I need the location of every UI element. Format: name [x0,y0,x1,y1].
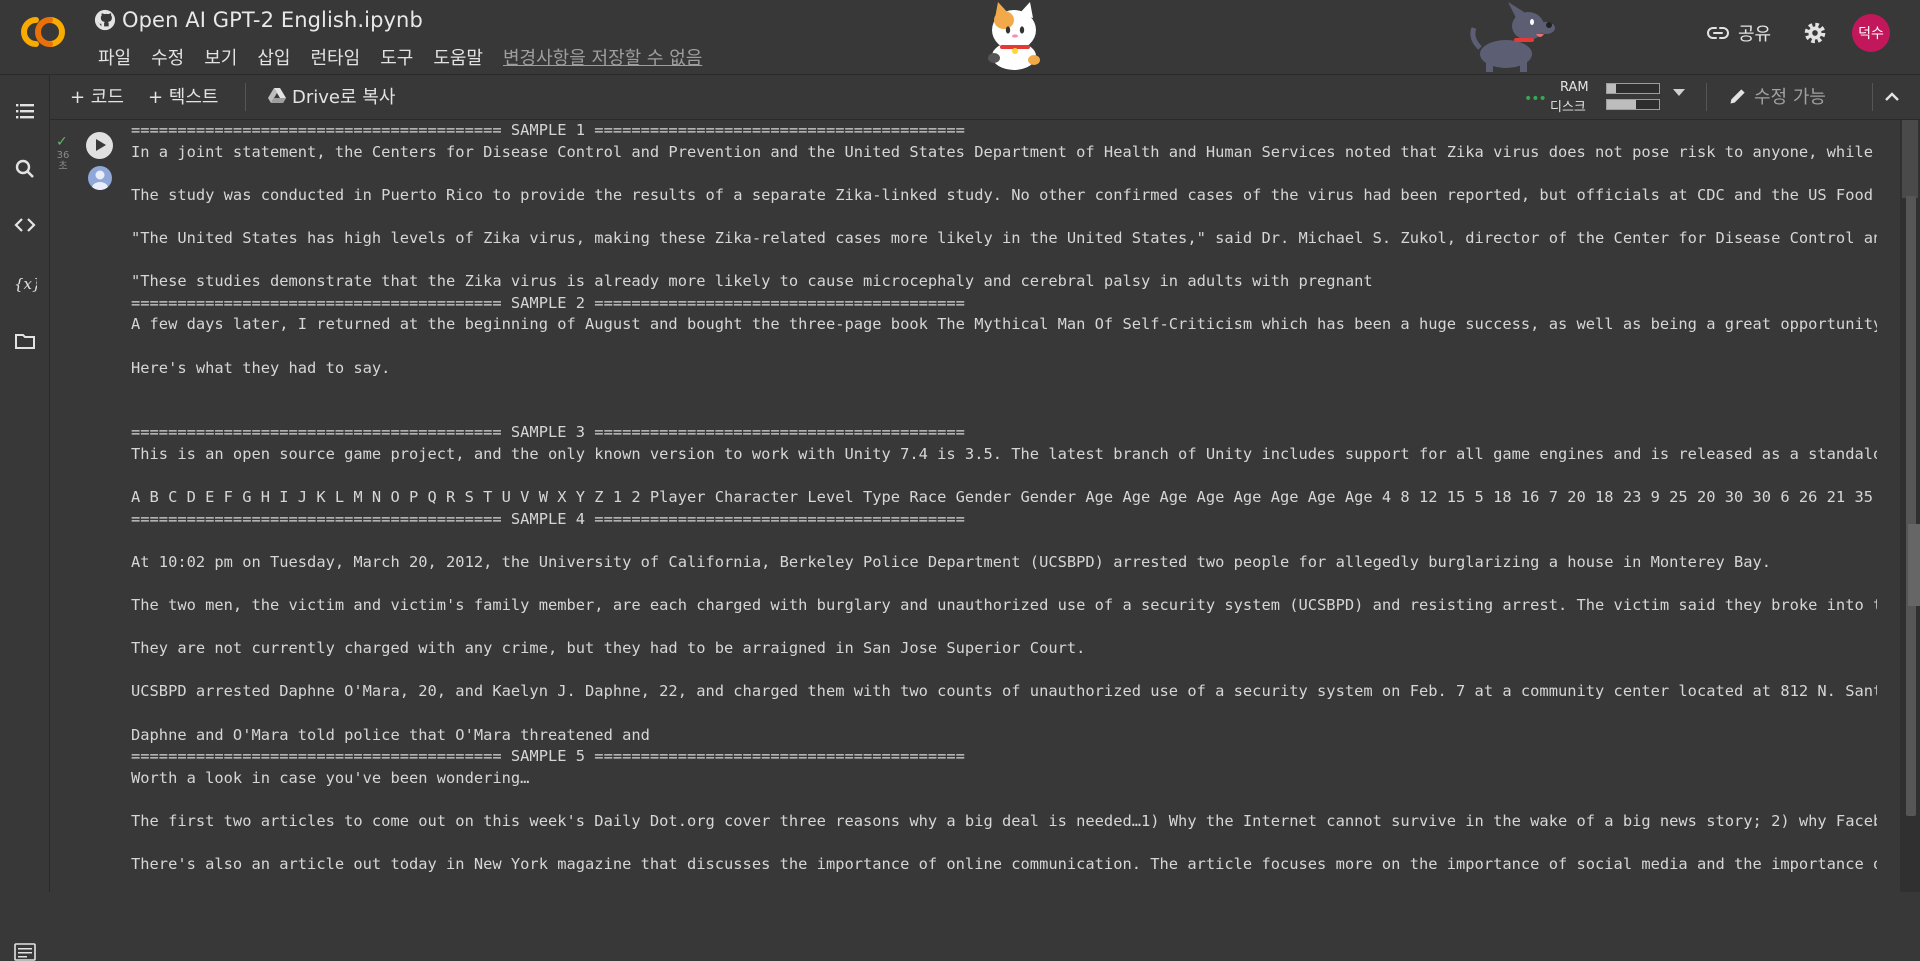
output-avatar-icon [88,166,112,190]
output-line: Daphne and O'Mara told police that O'Mar… [131,725,650,744]
code-snippets-icon[interactable] [13,213,37,237]
output-line: This is an open source game project, and… [131,444,1877,463]
cell-gutter: ✓ 36 초 [50,120,130,892]
pencil-icon [1730,89,1745,104]
output-line: UCSBPD arrested Daphne O'Mara, 20, and K… [131,682,1877,701]
output-line: In a joint statement, the Centers for Di… [131,142,1877,161]
output-scrollbar[interactable] [1900,120,1920,892]
output-line: The first two articles to come out on th… [131,812,1877,830]
editing-mode-button[interactable]: 수정 가능 [1728,83,1826,109]
scrollbar-track-top [1902,120,1918,198]
unsaved-changes-link[interactable]: 변경사항을 저장할 수 없음 [493,44,702,70]
output-line: At 10:02 pm on Tuesday, March 20, 2012, … [131,552,1772,571]
resources-dropdown-icon[interactable] [1673,89,1685,96]
svg-text:{x}: {x} [14,275,37,293]
menu-tools[interactable]: 도구 [370,44,423,70]
left-sidebar: {x} [0,75,50,961]
google-drive-icon [268,88,286,103]
ram-usage-bar [1606,83,1660,94]
search-icon[interactable] [13,157,37,181]
add-code-button[interactable]: + 코드 [70,83,124,109]
link-icon [1707,27,1729,39]
toolbar-divider [1706,83,1707,111]
resource-monitor[interactable]: ••• RAM 디스크 [1522,79,1682,115]
terminal-icon[interactable] [14,943,36,961]
output-line: The two men, the victim and victim's fam… [131,596,1877,615]
menu-view[interactable]: 보기 [194,44,247,70]
notebook-title[interactable]: Open AI GPT-2 English.ipynb [122,8,423,32]
user-avatar[interactable]: 덕수 [1852,14,1890,52]
menu-help[interactable]: 도움말 [423,44,493,70]
editing-mode-label: 수정 가능 [1754,87,1826,108]
ram-label: RAM [1560,80,1589,95]
menu-bar: 파일 수정 보기 삽입 런타임 도구 도움말 변경사항을 저장할 수 없음 [88,44,702,70]
disk-usage-bar [1606,99,1660,110]
copy-to-drive-button[interactable]: Drive로 복사 [268,83,395,109]
output-line: Worth a look in case you've been wonderi… [131,768,530,787]
cell-output: ========================================… [131,120,1877,892]
output-line: There's also an article out today in New… [131,855,1877,874]
toolbar-divider [245,83,246,111]
sample-separator-line: ========================================… [131,121,965,139]
output-line: "The United States has high levels of Zi… [131,228,1877,247]
run-cell-button[interactable] [86,132,113,159]
files-icon[interactable] [13,329,37,353]
menu-insert[interactable]: 삽입 [247,44,300,70]
add-text-button[interactable]: + 텍스트 [148,83,218,109]
output-line: "These studies demonstrate that the Zika… [131,272,1373,291]
checkmark-icon: ✓ [56,134,68,150]
copy-to-drive-label: Drive로 복사 [292,87,396,108]
variables-icon[interactable]: {x} [13,271,37,295]
notebook-title-row: Open AI GPT-2 English.ipynb [94,8,423,32]
menu-file[interactable]: 파일 [88,44,141,70]
colab-logo[interactable] [16,12,70,52]
connected-status-icon: ••• [1524,91,1547,107]
output-line: Here's what they had to say. [131,358,391,377]
cat-mascot-image [988,2,1040,70]
disk-label: 디스크 [1550,100,1586,115]
sample-separator-line: ========================================… [131,423,965,442]
share-label: 공유 [1738,24,1772,45]
output-line: The study was conducted in Puerto Rico t… [131,185,1877,204]
share-button[interactable]: 공유 [1706,20,1771,46]
gear-icon[interactable] [1802,20,1828,46]
notebook-toolbar: + 코드 + 텍스트 Drive로 복사 ••• RAM 디스크 수정 가능 [50,75,1920,120]
scrollbar-position-marker [1908,524,1920,606]
disk-usage-fill [1607,100,1636,109]
sample-separator-line: ========================================… [131,509,965,528]
output-line: They are not currently charged with any … [131,639,1086,658]
menu-edit[interactable]: 수정 [141,44,194,70]
table-of-contents-icon[interactable] [13,99,37,123]
scrollbar-thumb[interactable] [1906,196,1916,816]
github-icon [94,9,116,31]
sample-separator-line: ========================================… [131,747,965,766]
dog-mascot-image [1470,2,1555,72]
toolbar-divider [1872,83,1873,111]
chevron-up-icon[interactable] [1880,85,1904,109]
menu-runtime[interactable]: 런타임 [301,44,371,70]
output-line: A B C D E F G H I J K L M N O P Q R S T … [131,488,1877,507]
execution-time: 36 초 [56,150,70,172]
output-line: A few days later, I returned at the begi… [131,315,1877,334]
sample-separator-line: ========================================… [131,293,965,312]
header-bar: Open AI GPT-2 English.ipynb 파일 수정 보기 삽입 … [0,0,1920,75]
ram-usage-fill [1607,84,1617,93]
